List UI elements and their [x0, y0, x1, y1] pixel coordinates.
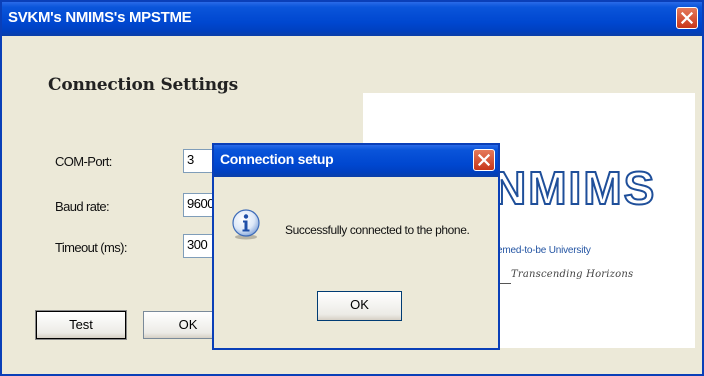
main-titlebar[interactable]: SVKM's NMIMS's MPSTME — [2, 2, 702, 36]
close-icon — [680, 11, 694, 25]
connection-dialog: Connection setup Successfully connected … — [212, 143, 500, 350]
com-port-label: COM-Port: — [55, 154, 112, 169]
dialog-ok-button[interactable]: OK — [317, 291, 402, 321]
test-button[interactable]: Test — [35, 310, 127, 340]
baud-rate-label: Baud rate: — [55, 199, 110, 214]
window-title: SVKM's NMIMS's MPSTME — [8, 9, 192, 26]
dialog-message: Successfully connected to the phone. — [285, 223, 470, 237]
logo-tagline: Transcending Horizons — [511, 269, 634, 280]
close-icon — [477, 153, 491, 167]
timeout-label: Timeout (ms): — [55, 240, 127, 255]
settings-heading: Connection Settings — [48, 75, 238, 95]
info-icon — [232, 209, 260, 240]
dialog-close-button[interactable] — [473, 149, 495, 171]
dialog-title: Connection setup — [220, 151, 334, 167]
window-close-button[interactable] — [676, 7, 698, 29]
dialog-titlebar[interactable]: Connection setup — [214, 145, 498, 177]
logo-subtitle: emed-to-be University — [497, 245, 591, 256]
logo-wordmark: NMIMS — [492, 161, 657, 215]
